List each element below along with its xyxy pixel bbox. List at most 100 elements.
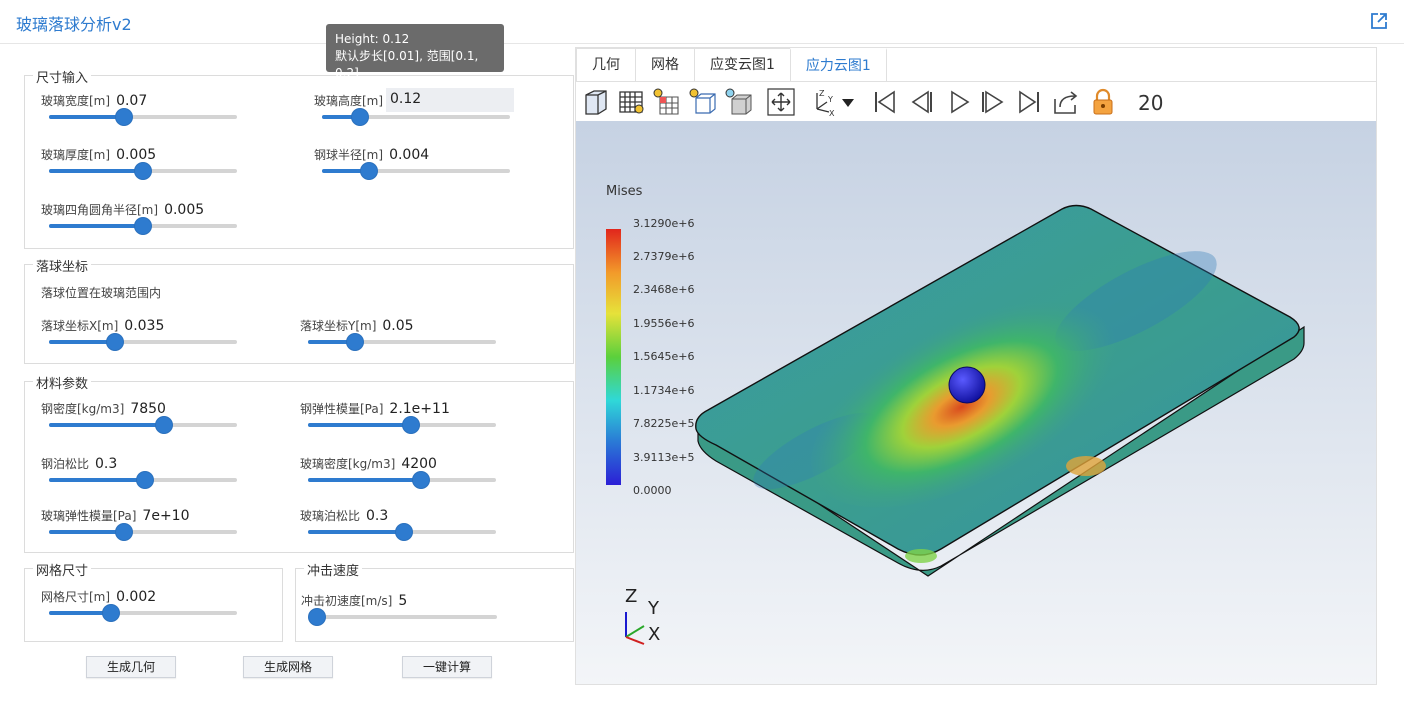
- glass-width-slider[interactable]: [49, 109, 237, 125]
- axis-label-x: X: [648, 624, 661, 645]
- slider-thumb[interactable]: [136, 472, 153, 488]
- slider-thumb[interactable]: [403, 417, 420, 433]
- size-input-group: 尺寸输入 玻璃宽度[m] 0.07 玻璃高度[m] 0.12 玻璃厚度[m] 0.0…: [24, 67, 574, 249]
- tooltip-line1: Height: 0.12: [335, 32, 410, 46]
- drop-y-slider[interactable]: [308, 334, 496, 350]
- wireframe-light-icon[interactable]: [688, 87, 718, 117]
- steel-modulus-slider[interactable]: [308, 417, 496, 433]
- glass-thickness-label: 玻璃厚度[m]: [41, 148, 111, 162]
- glass-thickness-slider[interactable]: [49, 163, 237, 179]
- steel-density-slider[interactable]: [49, 417, 237, 433]
- slider-thumb[interactable]: [116, 109, 133, 125]
- frame-number: 20: [1138, 91, 1164, 115]
- ball-radius-field: 钢球半径[m] 0.004: [314, 146, 554, 186]
- slider-thumb[interactable]: [347, 334, 363, 350]
- slider-thumb[interactable]: [308, 609, 325, 625]
- steel-poisson-field: 钢泊松比 0.3: [41, 455, 281, 495]
- generate-geometry-button[interactable]: 生成几何: [86, 656, 176, 678]
- mesh-size-slider[interactable]: [49, 605, 237, 621]
- drop-y-label: 落球坐标Y[m]: [300, 319, 377, 333]
- solid-view-icon[interactable]: [581, 87, 611, 117]
- glass-thickness-value: 0.005: [116, 147, 157, 163]
- mesh-view-icon[interactable]: [616, 87, 646, 117]
- prev-frame-icon[interactable]: [906, 87, 936, 117]
- top-bar: 玻璃落球分析v2: [0, 0, 1404, 44]
- slider-thumb[interactable]: [103, 605, 120, 621]
- drop-x-label: 落球坐标X[m]: [41, 319, 119, 333]
- drop-x-slider[interactable]: [49, 334, 237, 350]
- app-root: 玻璃落球分析v2 尺寸输入 玻璃宽度[m] 0.07 玻璃高度[m] 0.12 玻…: [0, 0, 1404, 702]
- glass-density-value: 4200: [401, 456, 437, 472]
- ball-radius-value: 0.004: [389, 147, 430, 163]
- size-input-title: 尺寸输入: [33, 67, 92, 86]
- next-frame-icon[interactable]: [978, 87, 1008, 117]
- slider-thumb[interactable]: [395, 524, 412, 540]
- corner-radius-value: 0.005: [164, 202, 205, 218]
- slider-thumb[interactable]: [135, 163, 151, 179]
- material-title: 材料参数: [33, 373, 92, 392]
- tab-mesh[interactable]: 网格: [635, 48, 695, 81]
- app-title: 玻璃落球分析v2: [16, 15, 132, 34]
- viewer-panel: 几何 网格 应变云图1 应力云图1 Z Y X 20 Mises 3.1290e…: [575, 47, 1377, 685]
- first-frame-icon[interactable]: [870, 87, 900, 117]
- generate-mesh-button[interactable]: 生成网格: [243, 656, 333, 678]
- mesh-light-icon[interactable]: [652, 87, 682, 117]
- glass-modulus-value: 7e+10: [142, 508, 190, 524]
- slider-thumb[interactable]: [135, 218, 151, 234]
- mesh-size-group: 网格尺寸 网格尺寸[m] 0.002: [24, 560, 283, 642]
- fit-view-icon[interactable]: [766, 87, 796, 117]
- stress-model-view: [625, 204, 1305, 645]
- corner-radius-label: 玻璃四角圆角半径[m]: [41, 203, 159, 217]
- impact-speed-field: 冲击初速度[m/s] 5: [301, 592, 541, 632]
- ball-radius-slider[interactable]: [322, 163, 510, 179]
- slider-thumb[interactable]: [116, 524, 133, 540]
- tab-geometry[interactable]: 几何: [576, 48, 636, 81]
- lock-icon[interactable]: [1088, 87, 1118, 117]
- drop-coord-group: 落球坐标 落球位置在玻璃范围内 落球坐标X[m] 0.035 落球坐标Y[m] 0.…: [24, 256, 574, 364]
- one-click-compute-button[interactable]: 一键计算: [402, 656, 492, 678]
- tab-stress-contour[interactable]: 应力云图1: [789, 48, 887, 81]
- steel-poisson-label: 钢泊松比: [41, 457, 90, 471]
- render-canvas[interactable]: Mises 3.1290e+6 2.7379e+6 2.3468e+6 1.95…: [576, 121, 1376, 684]
- dropdown-icon[interactable]: [838, 87, 858, 117]
- ball-radius-label: 钢球半径[m]: [314, 148, 384, 162]
- corner-radius-slider[interactable]: [49, 218, 237, 234]
- shaded-light-icon[interactable]: [724, 87, 754, 117]
- steel-poisson-value: 0.3: [95, 456, 118, 472]
- glass-poisson-label: 玻璃泊松比: [300, 509, 361, 523]
- glass-poisson-field: 玻璃泊松比 0.3: [300, 507, 540, 547]
- glass-height-slider[interactable]: [322, 109, 510, 125]
- viewer-tabs: 几何 网格 应变云图1 应力云图1: [576, 48, 887, 81]
- last-frame-icon[interactable]: [1014, 87, 1044, 117]
- steel-density-field: 钢密度[kg/m3] 7850: [41, 400, 281, 440]
- open-external-icon[interactable]: [1370, 12, 1388, 30]
- steel-modulus-field: 钢弹性模量[Pa] 2.1e+11: [300, 400, 540, 440]
- slider-thumb[interactable]: [351, 109, 368, 125]
- svg-text:X: X: [829, 109, 835, 117]
- glass-height-field: 玻璃高度[m] 0.12: [314, 88, 554, 132]
- drop-coord-note: 落球位置在玻璃范围内: [41, 286, 162, 300]
- slider-thumb[interactable]: [361, 163, 377, 179]
- tab-strain-contour[interactable]: 应变云图1: [694, 48, 791, 81]
- glass-modulus-field: 玻璃弹性模量[Pa] 7e+10: [41, 507, 281, 547]
- mesh-size-value: 0.002: [116, 589, 157, 605]
- viewer-toolbar: Z Y X 20: [576, 81, 1376, 121]
- glass-height-input[interactable]: 0.12: [386, 88, 514, 112]
- glass-density-slider[interactable]: [308, 472, 496, 488]
- impact-speed-label: 冲击初速度[m/s]: [301, 594, 393, 608]
- glass-poisson-slider[interactable]: [308, 524, 496, 540]
- slider-thumb[interactable]: [412, 472, 429, 488]
- glass-modulus-slider[interactable]: [49, 524, 237, 540]
- glass-modulus-label: 玻璃弹性模量[Pa]: [41, 509, 137, 523]
- play-icon[interactable]: [944, 87, 974, 117]
- steel-poisson-slider[interactable]: [49, 472, 237, 488]
- mesh-size-label: 网格尺寸[m]: [41, 590, 111, 604]
- impact-speed-group: 冲击速度 冲击初速度[m/s] 5: [295, 560, 574, 642]
- axis-orient-icon[interactable]: Z Y X: [808, 87, 838, 117]
- export-icon[interactable]: [1051, 87, 1081, 117]
- slider-thumb[interactable]: [155, 417, 172, 433]
- impact-speed-slider[interactable]: [308, 609, 497, 625]
- impact-speed-title: 冲击速度: [304, 560, 363, 579]
- mesh-size-field: 网格尺寸[m] 0.002: [41, 588, 281, 628]
- slider-thumb[interactable]: [106, 334, 123, 350]
